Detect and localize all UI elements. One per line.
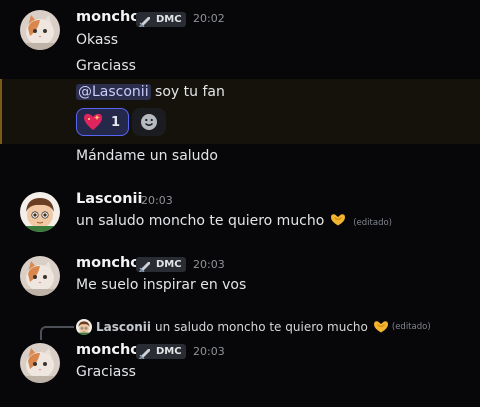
message-text: un saludo moncho te quiero mucho (editad… xyxy=(76,213,392,229)
reply-avatar xyxy=(76,319,92,335)
message-text-rest: soy tu fan xyxy=(150,84,225,100)
reply-reference[interactable]: Lasconii un saludo moncho te quiero much… xyxy=(76,318,431,336)
reply-connector xyxy=(40,326,74,340)
avatar[interactable] xyxy=(20,343,60,383)
username[interactable]: moncho xyxy=(76,255,140,271)
mention-highlight xyxy=(0,79,480,144)
guild-tag-badge[interactable]: DMC xyxy=(136,12,186,27)
reply-author[interactable]: Lasconii xyxy=(96,320,151,334)
reaction-count: 1 xyxy=(111,114,121,130)
sword-icon xyxy=(139,15,151,27)
sword-icon xyxy=(139,347,151,359)
sword-icon xyxy=(139,260,151,272)
edited-label: (editado) xyxy=(353,218,392,228)
message-text: @Lasconii soy tu fan xyxy=(76,84,225,100)
timestamp: 20:03 xyxy=(193,258,225,271)
sparkling-heart-icon xyxy=(84,113,102,130)
message-text: Graciass xyxy=(76,364,136,380)
user-mention[interactable]: @Lasconii xyxy=(76,84,151,100)
timestamp: 20:03 xyxy=(141,194,173,207)
guild-tag-badge[interactable]: DMC xyxy=(136,344,186,359)
guild-tag-label: DMC xyxy=(156,14,182,25)
message-text: Me suelo inspirar en vos xyxy=(76,277,247,293)
guild-tag-badge[interactable]: DMC xyxy=(136,257,186,272)
username[interactable]: moncho xyxy=(76,342,140,358)
avatar[interactable] xyxy=(20,10,60,50)
guild-tag-label: DMC xyxy=(156,259,182,270)
username[interactable]: moncho xyxy=(76,9,140,25)
username[interactable]: Lasconii xyxy=(76,191,142,207)
smiley-add-reaction-icon xyxy=(141,114,157,130)
edited-label: (editado) xyxy=(391,322,431,332)
message-text: Graciass xyxy=(76,58,136,74)
timestamp: 20:03 xyxy=(193,345,225,358)
heart-hands-icon xyxy=(330,213,346,227)
mention-highlight-bar xyxy=(0,79,2,144)
avatar[interactable] xyxy=(20,192,60,232)
message-body: un saludo moncho te quiero mucho xyxy=(76,213,325,229)
message-text: Okass xyxy=(76,32,119,48)
reply-text: un saludo moncho te quiero mucho xyxy=(155,320,368,334)
message-text: Mándame un saludo xyxy=(76,148,218,164)
heart-hands-icon xyxy=(373,320,389,334)
guild-tag-label: DMC xyxy=(156,346,182,357)
avatar[interactable] xyxy=(20,256,60,296)
reaction-button[interactable]: 1 xyxy=(76,108,129,136)
timestamp: 20:02 xyxy=(193,12,225,25)
add-reaction-button[interactable] xyxy=(132,108,166,136)
